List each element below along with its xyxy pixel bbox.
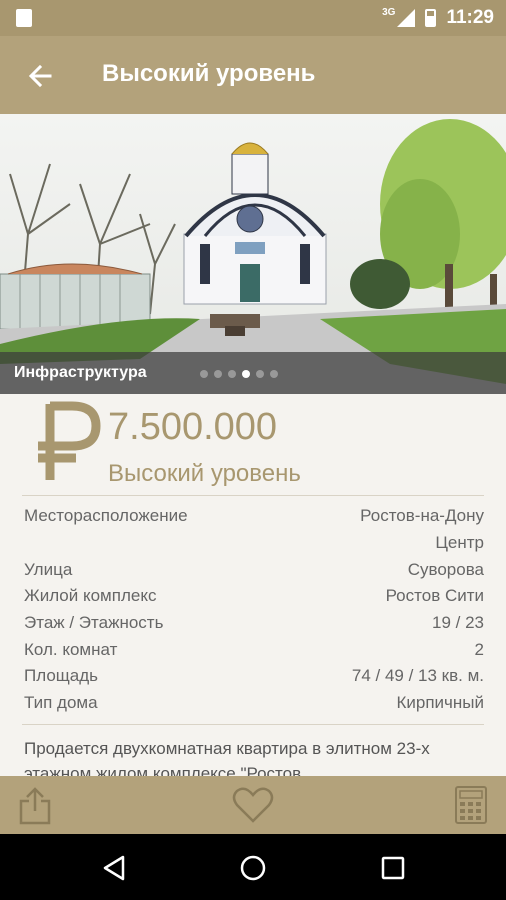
arrow-left-icon <box>28 64 52 88</box>
nav-back-button[interactable] <box>94 848 134 888</box>
spec-value: 2 <box>474 640 484 659</box>
spec-label: Кол. комнат <box>24 640 118 659</box>
status-icons: 3G 11:29 <box>382 6 494 30</box>
divider <box>22 724 484 725</box>
spec-value: Центр <box>435 533 484 552</box>
spec-value: 19 / 23 <box>432 613 484 632</box>
spec-row-street: Улица Суворова <box>24 560 484 586</box>
spec-label: Жилой комплекс <box>24 586 157 605</box>
spec-value: Кирпичный <box>396 693 484 712</box>
spec-row-house-type: Тип дома Кирпичный <box>24 693 484 719</box>
spec-label: Площадь <box>24 666 99 685</box>
share-button[interactable] <box>12 782 58 828</box>
gallery-dot[interactable] <box>228 370 236 378</box>
photo-gallery[interactable]: Инфраструктура <box>0 114 506 394</box>
spec-row-rooms: Кол. комнат 2 <box>24 640 484 666</box>
spec-label: Тип дома <box>24 693 98 712</box>
calculator-button[interactable] <box>448 782 494 828</box>
share-icon <box>19 787 51 825</box>
square-recents-icon <box>381 856 405 880</box>
spec-row-complex: Жилой комплекс Ростов Сити <box>24 586 484 612</box>
price: 7.500.000 <box>108 406 278 448</box>
system-nav-bar <box>0 834 506 900</box>
divider <box>22 495 484 496</box>
page-title: Высокий уровень <box>102 60 316 87</box>
gallery-dot[interactable] <box>242 370 250 378</box>
gallery-dot[interactable] <box>200 370 208 378</box>
favorite-button[interactable] <box>230 782 276 828</box>
circle-home-icon <box>240 855 266 881</box>
gallery-dot[interactable] <box>256 370 264 378</box>
sd-card-icon <box>16 9 32 27</box>
spec-value: Суворова <box>407 560 484 579</box>
clock: 11:29 <box>446 7 494 28</box>
spec-row-floor: Этаж / Этажность 19 / 23 <box>24 613 484 639</box>
gallery-page-indicator <box>200 370 278 378</box>
spec-label: Этаж / Этажность <box>24 613 164 632</box>
spec-label: Улица <box>24 560 73 579</box>
spec-row-location-district: Центр <box>24 533 484 559</box>
gallery-caption: Инфраструктура <box>14 364 147 381</box>
heart-icon <box>232 787 274 823</box>
signal-icon <box>397 9 416 27</box>
price-category: Высокий уровень <box>108 460 301 487</box>
gallery-dot[interactable] <box>214 370 222 378</box>
spec-value: Ростов Сити <box>385 586 484 605</box>
spec-row-location: Месторасположение Ростов-на-Дону <box>24 506 484 532</box>
listing-details[interactable]: 7.500.000 Высокий уровень Месторасположе… <box>0 394 506 776</box>
app-bar: Высокий уровень <box>0 36 506 114</box>
ruble-icon <box>38 401 101 480</box>
status-bar: 3G 11:29 <box>0 0 506 36</box>
spec-row-area: Площадь 74 / 49 / 13 кв. м. <box>24 666 484 692</box>
gallery-caption-bar: Инфраструктура <box>0 352 506 394</box>
spec-value: Ростов-на-Дону <box>360 506 484 525</box>
action-bar <box>0 776 506 834</box>
battery-icon <box>425 9 437 27</box>
triangle-back-icon <box>103 855 125 881</box>
nav-recents-button[interactable] <box>373 848 413 888</box>
calculator-icon <box>455 786 487 824</box>
listing-description: Продается двухкомнатная квартира в элитн… <box>24 739 430 776</box>
spec-value: 74 / 49 / 13 кв. м. <box>351 666 484 685</box>
nav-home-button[interactable] <box>233 848 273 888</box>
gallery-dot[interactable] <box>270 370 278 378</box>
spec-label: Месторасположение <box>24 506 188 525</box>
back-button[interactable] <box>20 56 60 96</box>
network-type: 3G <box>382 6 396 18</box>
